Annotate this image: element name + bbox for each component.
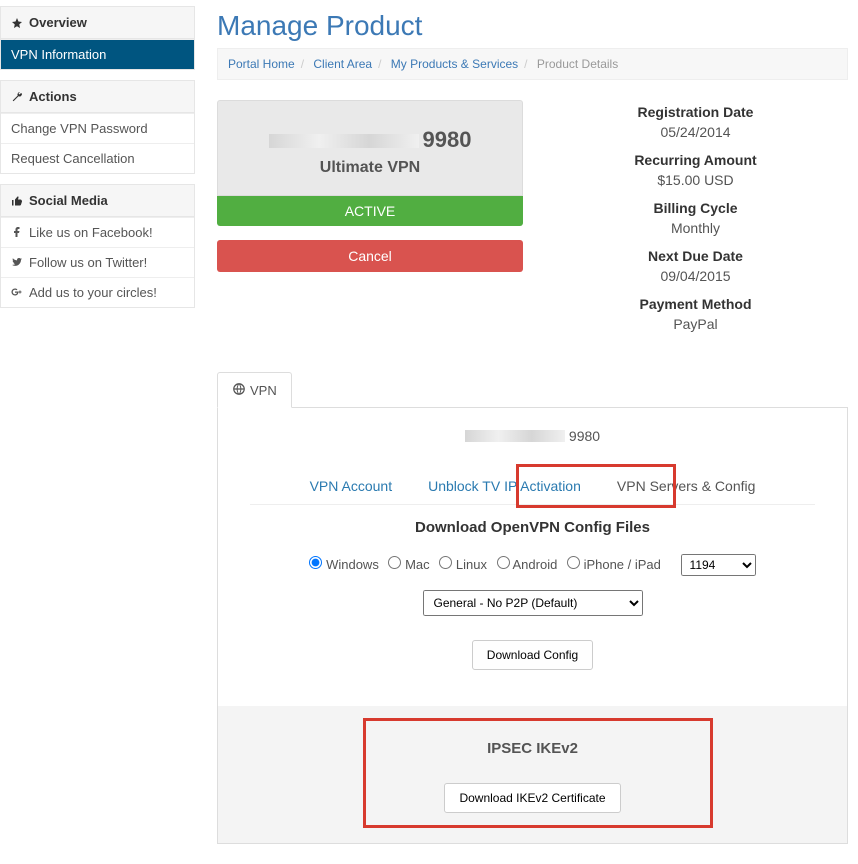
wrench-icon [11, 91, 23, 103]
crumb-portal-home[interactable]: Portal Home [228, 57, 295, 71]
page-title: Manage Product [217, 10, 848, 42]
payment-method-value: PayPal [543, 316, 848, 332]
next-due-date-label: Next Due Date [543, 248, 848, 264]
product-plan: Ultimate VPN [228, 159, 512, 177]
sidebar-item-facebook[interactable]: Like us on Facebook! [1, 217, 194, 247]
redacted-block [465, 430, 565, 442]
recurring-amount-value: $15.00 USD [543, 172, 848, 188]
actions-header: Actions [1, 81, 194, 113]
globe-icon [232, 382, 246, 396]
download-config-button[interactable]: Download Config [472, 640, 593, 670]
sidebar-item-gplus[interactable]: Add us to your circles! [1, 277, 194, 307]
account-id: 9980 [234, 428, 831, 444]
sidebar-item-change-password[interactable]: Change VPN Password [1, 113, 194, 143]
download-ikev2-button[interactable]: Download IKEv2 Certificate [444, 783, 620, 813]
next-due-date-value: 09/04/2015 [543, 268, 848, 284]
facebook-icon [11, 226, 23, 238]
status-badge: ACTIVE [217, 196, 523, 226]
os-radio-windows[interactable]: Windows [309, 557, 378, 572]
os-radio-android[interactable]: Android [497, 557, 558, 572]
overview-header: Overview [1, 7, 194, 39]
redacted-block [269, 134, 419, 148]
subtab-servers-config[interactable]: VPN Servers & Config [613, 468, 760, 504]
overview-panel: Overview VPN Information [0, 6, 195, 70]
product-details: Registration Date 05/24/2014 Recurring A… [543, 100, 848, 344]
registration-date-value: 05/24/2014 [543, 124, 848, 140]
port-select[interactable]: 1194 [681, 554, 756, 576]
profile-select[interactable]: General - No P2P (Default) [423, 590, 643, 616]
subtab-unblock-tv[interactable]: Unblock TV IP Activation [424, 468, 585, 504]
sidebar-item-request-cancellation[interactable]: Request Cancellation [1, 143, 194, 173]
payment-method-label: Payment Method [543, 296, 848, 312]
os-radio-ios[interactable]: iPhone / iPad [567, 557, 661, 572]
tab-vpn[interactable]: VPN [217, 372, 292, 408]
openvpn-title: Download OpenVPN Config Files [234, 519, 831, 536]
sidebar-item-vpn-info[interactable]: VPN Information [1, 39, 194, 69]
actions-panel: Actions Change VPN Password Request Canc… [0, 80, 195, 174]
os-radio-group: Windows Mac Linux Android iPhone / iPad … [234, 554, 831, 576]
product-card: 9980 Ultimate VPN ACTIVE Cancel [217, 100, 523, 344]
recurring-amount-label: Recurring Amount [543, 152, 848, 168]
cancel-button[interactable]: Cancel [217, 240, 523, 272]
os-radio-mac[interactable]: Mac [388, 557, 429, 572]
billing-cycle-label: Billing Cycle [543, 200, 848, 216]
billing-cycle-value: Monthly [543, 220, 848, 236]
gplus-icon [11, 286, 23, 298]
subtab-vpn-account[interactable]: VPN Account [306, 468, 397, 504]
crumb-products[interactable]: My Products & Services [391, 57, 518, 71]
thumbs-up-icon [11, 195, 23, 207]
star-icon [11, 17, 23, 29]
social-header: Social Media [1, 185, 194, 217]
os-radio-linux[interactable]: Linux [439, 557, 487, 572]
product-id: 9980 [228, 127, 512, 153]
twitter-icon [11, 256, 23, 268]
crumb-client-area[interactable]: Client Area [313, 57, 372, 71]
social-panel: Social Media Like us on Facebook! Follow… [0, 184, 195, 308]
crumb-current: Product Details [537, 57, 618, 71]
sidebar-item-twitter[interactable]: Follow us on Twitter! [1, 247, 194, 277]
ipsec-title: IPSEC IKEv2 [234, 740, 831, 757]
breadcrumb: Portal Home/ Client Area/ My Products & … [217, 48, 848, 80]
registration-date-label: Registration Date [543, 104, 848, 120]
